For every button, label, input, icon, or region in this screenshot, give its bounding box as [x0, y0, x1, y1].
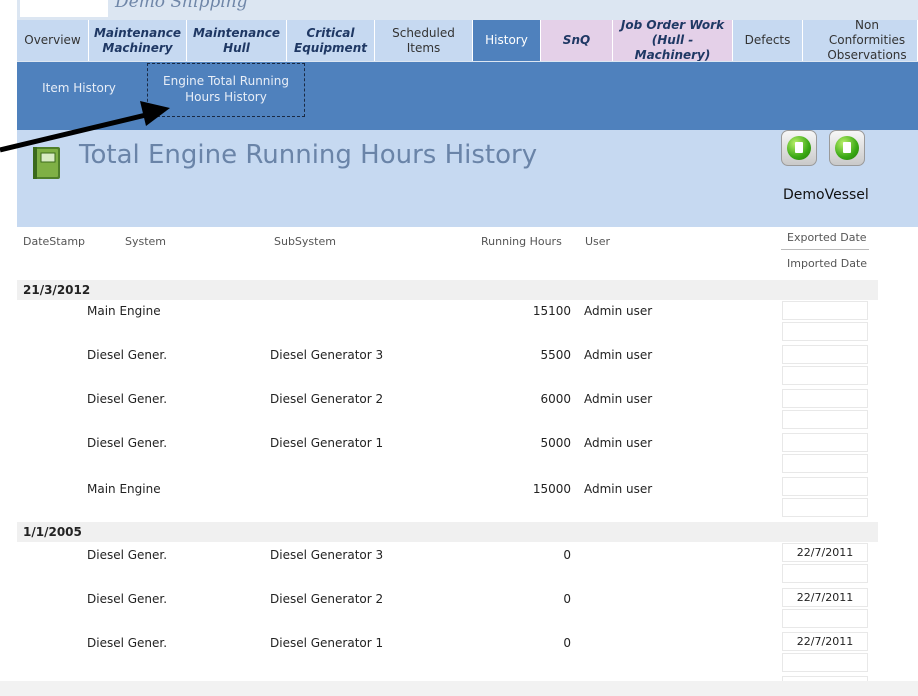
row-user: Admin user	[584, 436, 653, 450]
exported-date-field[interactable]: 22/7/2011	[782, 588, 868, 607]
tab-maintenance-hull[interactable]: Maintenance Hull	[187, 20, 287, 61]
exported-date-field[interactable]	[782, 477, 868, 496]
row-system: Diesel Gener.	[87, 548, 168, 562]
exported-date-field[interactable]: 22/7/2011	[782, 632, 868, 651]
row-subsystem: Diesel Generator 3	[270, 348, 384, 362]
row-subsystem: Diesel Generator 1	[270, 436, 384, 450]
row-running-hours: 6000	[540, 392, 571, 406]
imported-date-field[interactable]	[782, 410, 868, 429]
tab-history[interactable]: History	[473, 20, 541, 61]
app-name: Demo Shipping	[115, 0, 248, 12]
imported-date-field[interactable]	[782, 653, 868, 672]
imported-date-field[interactable]	[782, 609, 868, 628]
row-system: Main Engine	[87, 482, 161, 496]
sub-tabs-bar: Item History Engine Total Running Hours …	[17, 62, 918, 130]
group-date-header: 1/1/2005	[17, 522, 878, 542]
tab-snq[interactable]: SnQ	[541, 20, 613, 61]
exported-date-field[interactable]: 22/7/2011	[782, 543, 868, 562]
row-system: Diesel Gener.	[87, 436, 168, 450]
row-running-hours: 0	[563, 592, 571, 606]
vessel-name: DemoVessel	[783, 187, 869, 203]
export-button[interactable]	[781, 130, 817, 166]
col-subsystem: SubSystem	[274, 235, 336, 248]
col-datestamp: DateStamp	[23, 235, 86, 248]
exported-date-field[interactable]	[782, 433, 868, 452]
row-running-hours: 15100	[532, 304, 571, 318]
tab-maintenance-machinery[interactable]: Maintenance Machinery	[89, 20, 187, 61]
col-system: System	[125, 235, 167, 248]
tab-scheduled-items[interactable]: Scheduled Items	[375, 20, 473, 61]
page-title: Total Engine Running Hours History	[79, 140, 538, 170]
tab-job-order-work[interactable]: Job Order Work (Hull - Machinery)	[613, 20, 733, 61]
tab-overview[interactable]: Overview	[17, 20, 89, 61]
column-header: DateStamp System SubSystem Running Hours…	[17, 227, 918, 277]
imported-date-field[interactable]	[782, 322, 868, 341]
col-user: User	[585, 235, 611, 248]
imported-date-field[interactable]	[782, 454, 868, 473]
imported-date-field[interactable]	[782, 498, 868, 517]
row-user: Admin user	[584, 482, 653, 496]
row-system: Diesel Gener.	[87, 592, 168, 606]
row-system: Diesel Gener.	[87, 392, 168, 406]
row-system: Main Engine	[87, 304, 161, 318]
row-subsystem: Diesel Generator 3	[270, 548, 384, 562]
subtab-item-history[interactable]: Item History	[29, 80, 129, 96]
subtab-engine-running-hours-history[interactable]: Engine Total Running Hours History	[147, 63, 305, 117]
exported-date-field[interactable]	[782, 345, 868, 364]
logo-area	[20, 0, 108, 17]
row-user: Admin user	[584, 304, 653, 318]
col-exported-date: Exported Date	[787, 231, 867, 244]
header-divider	[781, 249, 869, 250]
title-strip: Demo Shipping	[17, 0, 918, 20]
main-tabs: Overview Maintenance Machinery Maintenan…	[17, 20, 918, 62]
bottom-strip	[0, 681, 918, 696]
row-subsystem: Diesel Generator 1	[270, 636, 384, 650]
imported-date-field[interactable]	[782, 366, 868, 385]
page-header: Total Engine Running Hours History DemoV…	[17, 130, 918, 227]
row-subsystem: Diesel Generator 2	[270, 592, 384, 606]
imported-date-field[interactable]	[782, 564, 868, 583]
row-user: Admin user	[584, 348, 653, 362]
exported-date-field[interactable]	[782, 301, 868, 320]
row-running-hours: 5000	[540, 436, 571, 450]
book-icon	[33, 147, 60, 179]
app-window: Demo Shipping Overview Maintenance Machi…	[17, 0, 918, 681]
row-running-hours: 5500	[540, 348, 571, 362]
tab-defects[interactable]: Defects	[733, 20, 803, 61]
col-running-hours: Running Hours	[481, 235, 562, 248]
print-document-icon	[835, 136, 859, 160]
row-user: Admin user	[584, 392, 653, 406]
col-imported-date: Imported Date	[787, 257, 868, 270]
row-running-hours: 15000	[532, 482, 571, 496]
tab-non-conformities[interactable]: Non Conformities Observations	[803, 20, 918, 61]
exported-date-field[interactable]	[782, 389, 868, 408]
row-subsystem: Diesel Generator 2	[270, 392, 384, 406]
history-list: 21/3/2012 Main Engine 15100 Admin user D…	[17, 277, 918, 681]
subtab-engine-label: Engine Total Running Hours History	[163, 74, 289, 104]
tab-critical-equipment[interactable]: Critical Equipment	[287, 20, 375, 61]
row-system: Diesel Gener.	[87, 636, 168, 650]
group-date-header: 21/3/2012	[17, 280, 878, 300]
export-document-icon	[787, 136, 811, 160]
print-button[interactable]	[829, 130, 865, 166]
row-running-hours: 0	[563, 548, 571, 562]
row-system: Diesel Gener.	[87, 348, 168, 362]
row-running-hours: 0	[563, 636, 571, 650]
